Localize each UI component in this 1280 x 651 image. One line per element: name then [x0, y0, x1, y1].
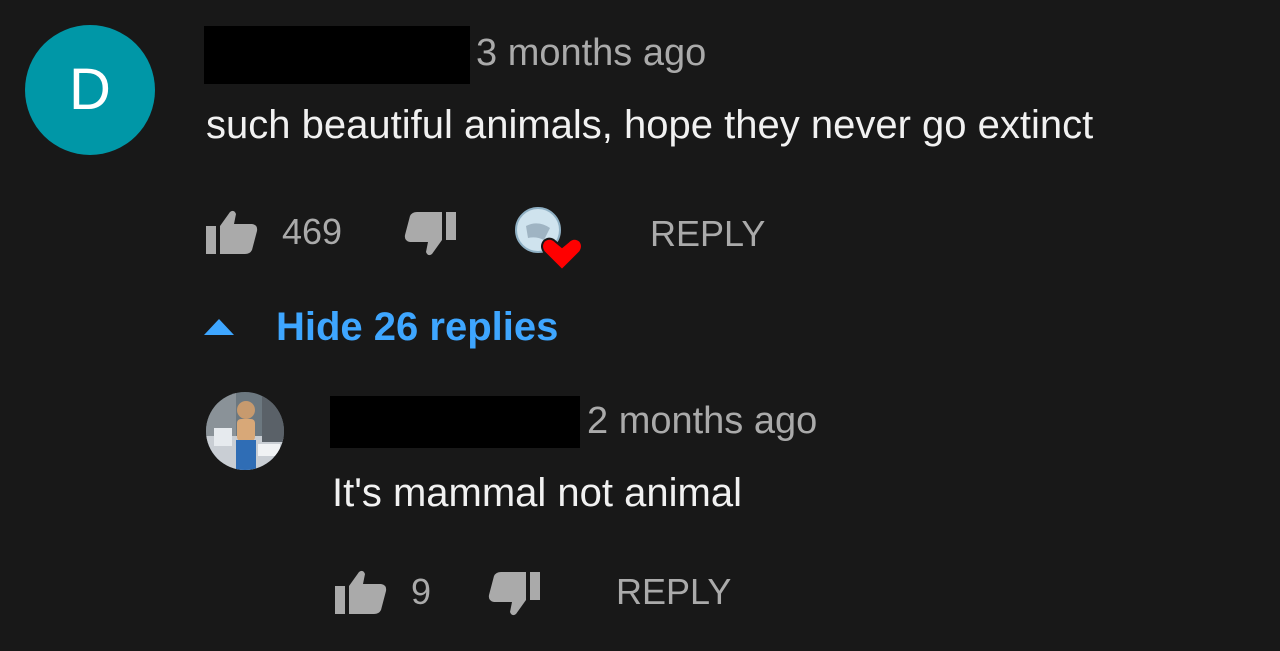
reply-text: It's mammal not animal	[332, 471, 742, 515]
creator-heart	[514, 206, 586, 274]
redacted-author-name	[204, 26, 470, 84]
thumb-up-icon[interactable]	[206, 210, 258, 254]
avatar[interactable]: D	[25, 25, 155, 155]
thumb-up-icon[interactable]	[335, 570, 387, 614]
hide-replies-toggle[interactable]: Hide 26 replies	[204, 302, 558, 352]
comment-text: such beautiful animals, hope they never …	[206, 103, 1094, 147]
thumb-down-icon[interactable]	[404, 212, 456, 256]
thumb-down-icon[interactable]	[488, 572, 540, 616]
caret-up-icon	[204, 319, 244, 335]
reply-timestamp[interactable]: 2 months ago	[587, 402, 817, 440]
like-count: 469	[282, 211, 343, 252]
reply-avatar[interactable]	[206, 392, 284, 470]
reply-like-count: 9	[411, 571, 432, 612]
comment-timestamp[interactable]: 3 months ago	[476, 34, 706, 72]
reply-button[interactable]: REPLY	[616, 574, 731, 610]
hide-replies-label: Hide 26 replies	[276, 304, 559, 349]
redacted-reply-author-name	[330, 396, 580, 448]
reply-button[interactable]: REPLY	[650, 216, 765, 252]
heart-icon	[541, 237, 583, 272]
